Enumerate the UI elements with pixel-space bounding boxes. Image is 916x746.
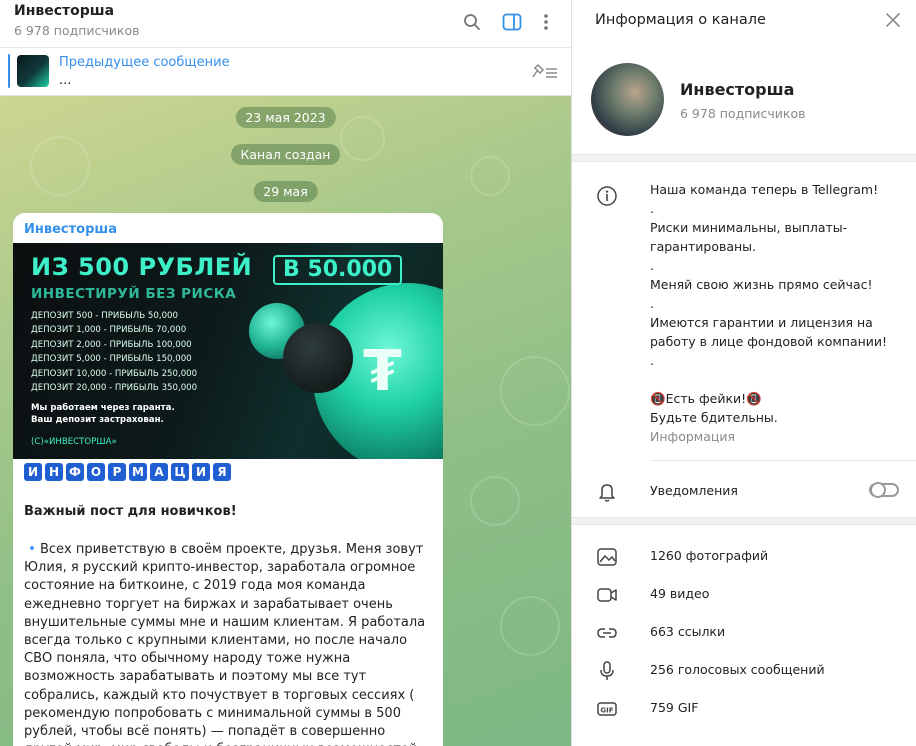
- channel-name: Инвесторша: [680, 80, 795, 99]
- chat-title[interactable]: Инвесторша: [14, 3, 114, 19]
- close-icon[interactable]: [884, 11, 902, 29]
- service-message: Канал создан: [230, 144, 341, 165]
- description-line: .: [650, 296, 654, 311]
- banner-headline-box: В 50.000: [273, 255, 403, 285]
- description-line: Риски минимальны, выплаты-гарантированы.: [650, 220, 848, 254]
- dark-sphere: [283, 323, 353, 393]
- banner-row: ДЕПОЗИТ 20,000 - ПРИБЫЛЬ 350,000: [31, 383, 198, 394]
- description-line: Наша команда теперь в Tellegram!: [650, 182, 879, 197]
- tether-symbol-icon: ₮: [363, 339, 402, 404]
- gifs-row[interactable]: GIF 759 GIF: [572, 690, 916, 728]
- pinned-text: ...: [59, 73, 72, 88]
- banner-subheadline: ИНВЕСТИРУЙ БЕЗ РИСКА: [31, 286, 237, 302]
- letter-emoji: И: [24, 463, 42, 481]
- banner-note: Ваш депозит застрахован.: [31, 415, 164, 425]
- description-line: Меняй свою жизнь прямо сейчас!: [650, 277, 873, 292]
- date-separator: 23 мая 2023: [235, 107, 336, 128]
- chat-pane: Инвесторша 6 978 подписчиков Предыдущее …: [0, 0, 571, 746]
- description-line: .: [650, 201, 654, 216]
- voice-messages-row[interactable]: 256 голосовых сообщений: [572, 652, 916, 690]
- photo-icon: [597, 548, 617, 566]
- gif-icon: GIF: [597, 702, 617, 716]
- description-line: Имеются гарантии и лицензия на работу в …: [650, 315, 888, 349]
- photos-count: 1260 фотографий: [650, 548, 769, 563]
- post-author[interactable]: Инвесторша: [24, 222, 117, 237]
- channel-description[interactable]: Наша команда теперь в Tellegram! . Риски…: [650, 180, 900, 427]
- channel-subscribers: 6 978 подписчиков: [680, 106, 806, 121]
- letter-emoji: Н: [45, 463, 63, 481]
- search-icon[interactable]: [460, 10, 484, 34]
- banner-note: Мы работаем через гаранта.: [31, 403, 175, 413]
- links-count: 663 ссылки: [650, 624, 726, 639]
- emoji-letters: И Н Ф О Р М А Ц И Я: [24, 463, 231, 481]
- voice-messages-count: 256 голосовых сообщений: [650, 662, 825, 677]
- letter-emoji: Ц: [171, 463, 189, 481]
- bell-icon: [596, 480, 618, 502]
- pinned-indicator: [8, 54, 10, 88]
- letter-emoji: Ф: [66, 463, 84, 481]
- letter-emoji: Р: [108, 463, 126, 481]
- chat-background: 23 мая 2023 Канал создан 29 мая Инвестор…: [0, 96, 571, 746]
- section-divider: [572, 154, 916, 162]
- channel-avatar[interactable]: [591, 63, 664, 136]
- photos-row[interactable]: 1260 фотографий: [572, 538, 916, 576]
- post-image[interactable]: ₮ ИЗ 500 РУБЛЕЙ В 50.000 ИНВЕСТИРУЙ БЕЗ …: [13, 243, 443, 459]
- links-row[interactable]: 663 ссылки: [572, 614, 916, 652]
- gifs-count: 759 GIF: [650, 700, 699, 715]
- notifications-toggle[interactable]: [869, 482, 899, 498]
- bullet-icon: •: [24, 542, 40, 557]
- letter-emoji: М: [129, 463, 147, 481]
- video-icon: [597, 588, 617, 602]
- pinned-thumbnail: [17, 55, 49, 87]
- description-line: .: [650, 258, 654, 273]
- chat-header[interactable]: Инвесторша 6 978 подписчиков: [0, 0, 571, 48]
- letter-emoji: И: [192, 463, 210, 481]
- banner-row: ДЕПОЗИТ 2,000 - ПРИБЫЛЬ 100,000: [31, 339, 192, 350]
- banner-tag: (С)«ИНВЕСТОРША»: [31, 437, 117, 447]
- banner-row: ДЕПОЗИТ 500 - ПРИБЫЛЬ 50,000: [31, 311, 178, 321]
- pinned-message-bar[interactable]: Предыдущее сообщение ...: [0, 48, 571, 96]
- more-options-icon[interactable]: [534, 10, 558, 34]
- row-divider: [650, 460, 916, 461]
- description-label: Информация: [650, 429, 736, 444]
- banner-headline: ИЗ 500 РУБЛЕЙ: [31, 253, 253, 281]
- notifications-label: Уведомления: [650, 483, 738, 498]
- link-icon: [597, 628, 617, 638]
- letter-emoji: О: [87, 463, 105, 481]
- description-line: .: [650, 353, 654, 368]
- banner-row: ДЕПОЗИТ 10,000 - ПРИБЫЛЬ 250,000: [31, 368, 198, 379]
- info-panel-title: Информация о канале: [595, 12, 766, 28]
- channel-post[interactable]: Инвесторша ₮ ИЗ 500 РУБЛЕЙ В 50.000 ИНВЕ…: [13, 213, 443, 746]
- microphone-icon: [600, 661, 614, 680]
- info-icon: [596, 185, 618, 207]
- pinned-title: Предыдущее сообщение: [59, 55, 230, 70]
- letter-emoji: А: [150, 463, 168, 481]
- videos-row[interactable]: 49 видео: [572, 576, 916, 614]
- description-line: 📵Есть фейки!📵: [650, 391, 762, 406]
- post-body: • Всех приветствую в своём проекте, друз…: [24, 541, 434, 746]
- channel-info-pane: Информация о канале Инвесторша 6 978 под…: [571, 0, 916, 746]
- letter-emoji: Я: [213, 463, 231, 481]
- banner-deposit-list: ДЕПОЗИТ 500 - ПРИБЫЛЬ 50,000 ДЕПОЗИТ 1,0…: [31, 309, 197, 395]
- post-heading: Важный пост для новичков!: [24, 504, 237, 519]
- description-line: Будьте бдительны.: [650, 410, 778, 425]
- section-divider: [572, 517, 916, 525]
- banner-row: ДЕПОЗИТ 5,000 - ПРИБЫЛЬ 150,000: [31, 354, 192, 365]
- sidebar-toggle-icon[interactable]: [500, 10, 524, 34]
- description-line: [650, 370, 900, 389]
- chat-subscribers: 6 978 подписчиков: [14, 23, 140, 38]
- pinned-list-icon[interactable]: [531, 62, 559, 86]
- post-body-text: Всех приветствую в своём проекте, друзья…: [24, 542, 426, 746]
- date-separator: 29 мая: [253, 181, 318, 202]
- svg-text:GIF: GIF: [600, 706, 613, 714]
- videos-count: 49 видео: [650, 586, 710, 601]
- banner-row: ДЕПОЗИТ 1,000 - ПРИБЫЛЬ 70,000: [31, 325, 187, 336]
